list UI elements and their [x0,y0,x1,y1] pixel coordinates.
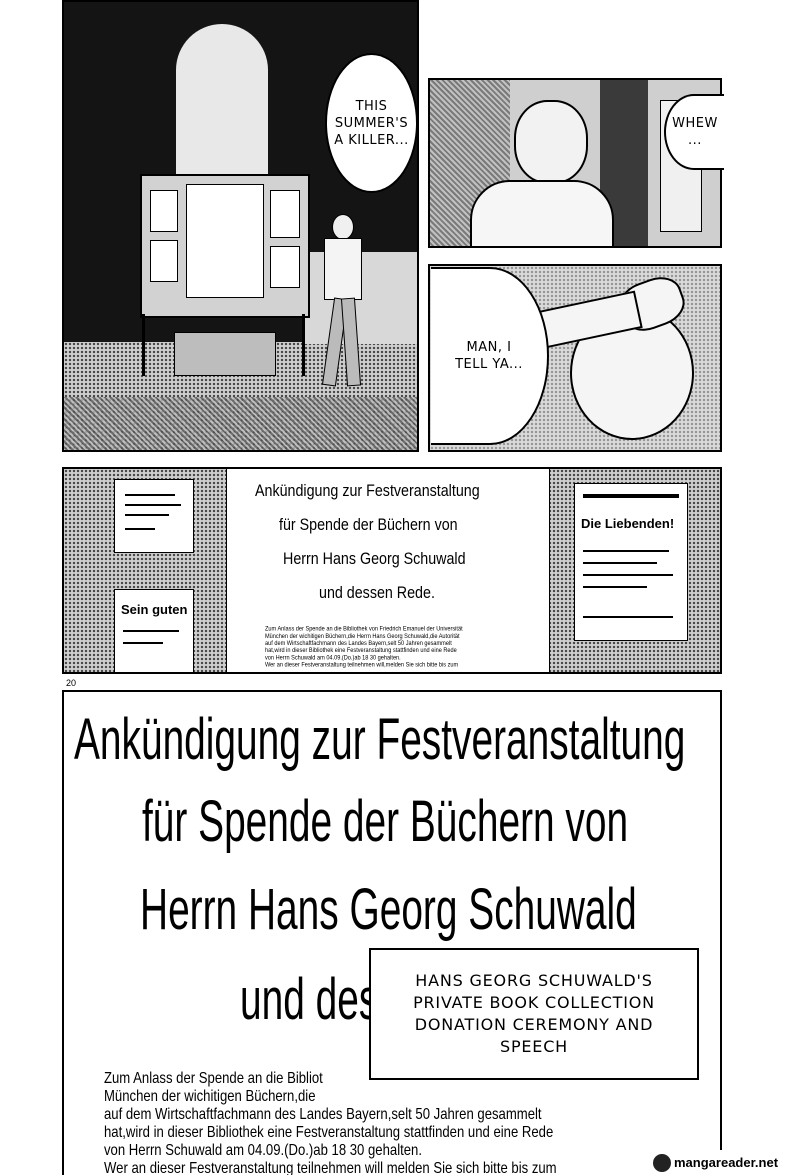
closeup-body-2: München der wichitigen Büchern,die [104,1088,316,1105]
board-base [174,332,276,376]
watermark-text: mangareader.net [674,1155,779,1170]
closeup-title-4: und des [240,967,379,1032]
walking-man [308,214,378,389]
closeup-body-5: von Herrn Schuwald am 04.09.(Do.)ab 18 3… [104,1142,422,1159]
announcement-body-4: hat,wird in dieser Bibliothek eine Festv… [265,646,457,654]
panel-announcement-closeup: Ankündigung zur Festveranstaltung für Sp… [62,690,722,1175]
caption-text: HANS GEORG SCHUWALD'S PRIVATE BOOK COLLE… [413,971,655,1056]
page-number: 20 [66,678,77,688]
manga-page: THIS SUMMER'S A KILLER... WHEW ... MAN, … [0,0,800,1175]
announcement-sheet: Ankündigung zur Festveranstaltung für Sp… [226,469,550,672]
closeup-title-1: Ankündigung zur Festveranstaltung [74,707,686,772]
left-poster-text: Sein guten [121,602,188,617]
caption-box: HANS GEORG SCHUWALD'S PRIVATE BOOK COLLE… [369,948,699,1080]
announcement-body-2: München der wichitigen Büchern,die Herrn… [265,632,460,640]
panel-board-closeup: Sein guten Ankündigung zur Festveranstal… [62,467,722,674]
small-notice-left-bottom: Sein guten [114,589,194,672]
notice-board [140,174,310,318]
right-poster-text: Die Liebenden! [581,516,675,531]
speech-bubble-summer: THIS SUMMER'S A KILLER... [325,53,418,193]
announcement-title-2: für Spende der Büchern von [279,515,458,534]
man-shoulders [470,180,614,246]
speech-text-whew: WHEW ... [672,116,718,148]
ground-hatch [64,397,417,450]
closeup-body-4: hat,wird in dieser Bibliothek eine Festv… [104,1124,554,1141]
announcement-body-3: auf dem Wirtschaftfachmann des Landes Ba… [265,639,452,647]
watermark-logo-icon [653,1153,671,1172]
pillar-light [176,24,268,184]
speech-text-summer: THIS SUMMER'S A KILLER... [334,98,409,148]
closeup-body-1: Zum Anlass der Spende an die Bibliot [104,1070,323,1087]
announcement-body-5: von Herrn Schuwald am 04.09.(Do.)ab 18 3… [265,653,401,661]
speech-bubble-tell-ya: MAN, I TELL YA... [431,267,549,445]
announcement-body-6: Wer an dieser Festveranstaltung teilnehm… [265,661,459,669]
closeup-title-3: Herrn Hans Georg Schuwald [140,877,637,942]
announcement-title-4: und dessen Rede. [319,583,435,602]
closeup-title-2: für Spende der Büchern von [142,789,629,854]
speech-bubble-whew: WHEW ... [664,94,724,170]
small-notice-left-top [114,479,194,553]
closeup-body-3: auf dem Wirtschaftfachmann des Landes Ba… [104,1106,542,1123]
announcement-title-3: Herrn Hans Georg Schuwald [283,549,466,568]
announcement-body-1: Zum Anlass der Spende an die Bibliothek … [265,625,463,633]
right-poster: Die Liebenden! [574,483,688,641]
speech-text-tell-ya: MAN, I TELL YA... [455,340,523,372]
closeup-body-6: Wer an dieser Festveranstaltung teilnehm… [104,1160,557,1175]
man-head [514,100,588,184]
watermark: mangareader.net [650,1150,800,1175]
announcement-title-1: Ankündigung zur Festveranstaltung [255,481,480,500]
